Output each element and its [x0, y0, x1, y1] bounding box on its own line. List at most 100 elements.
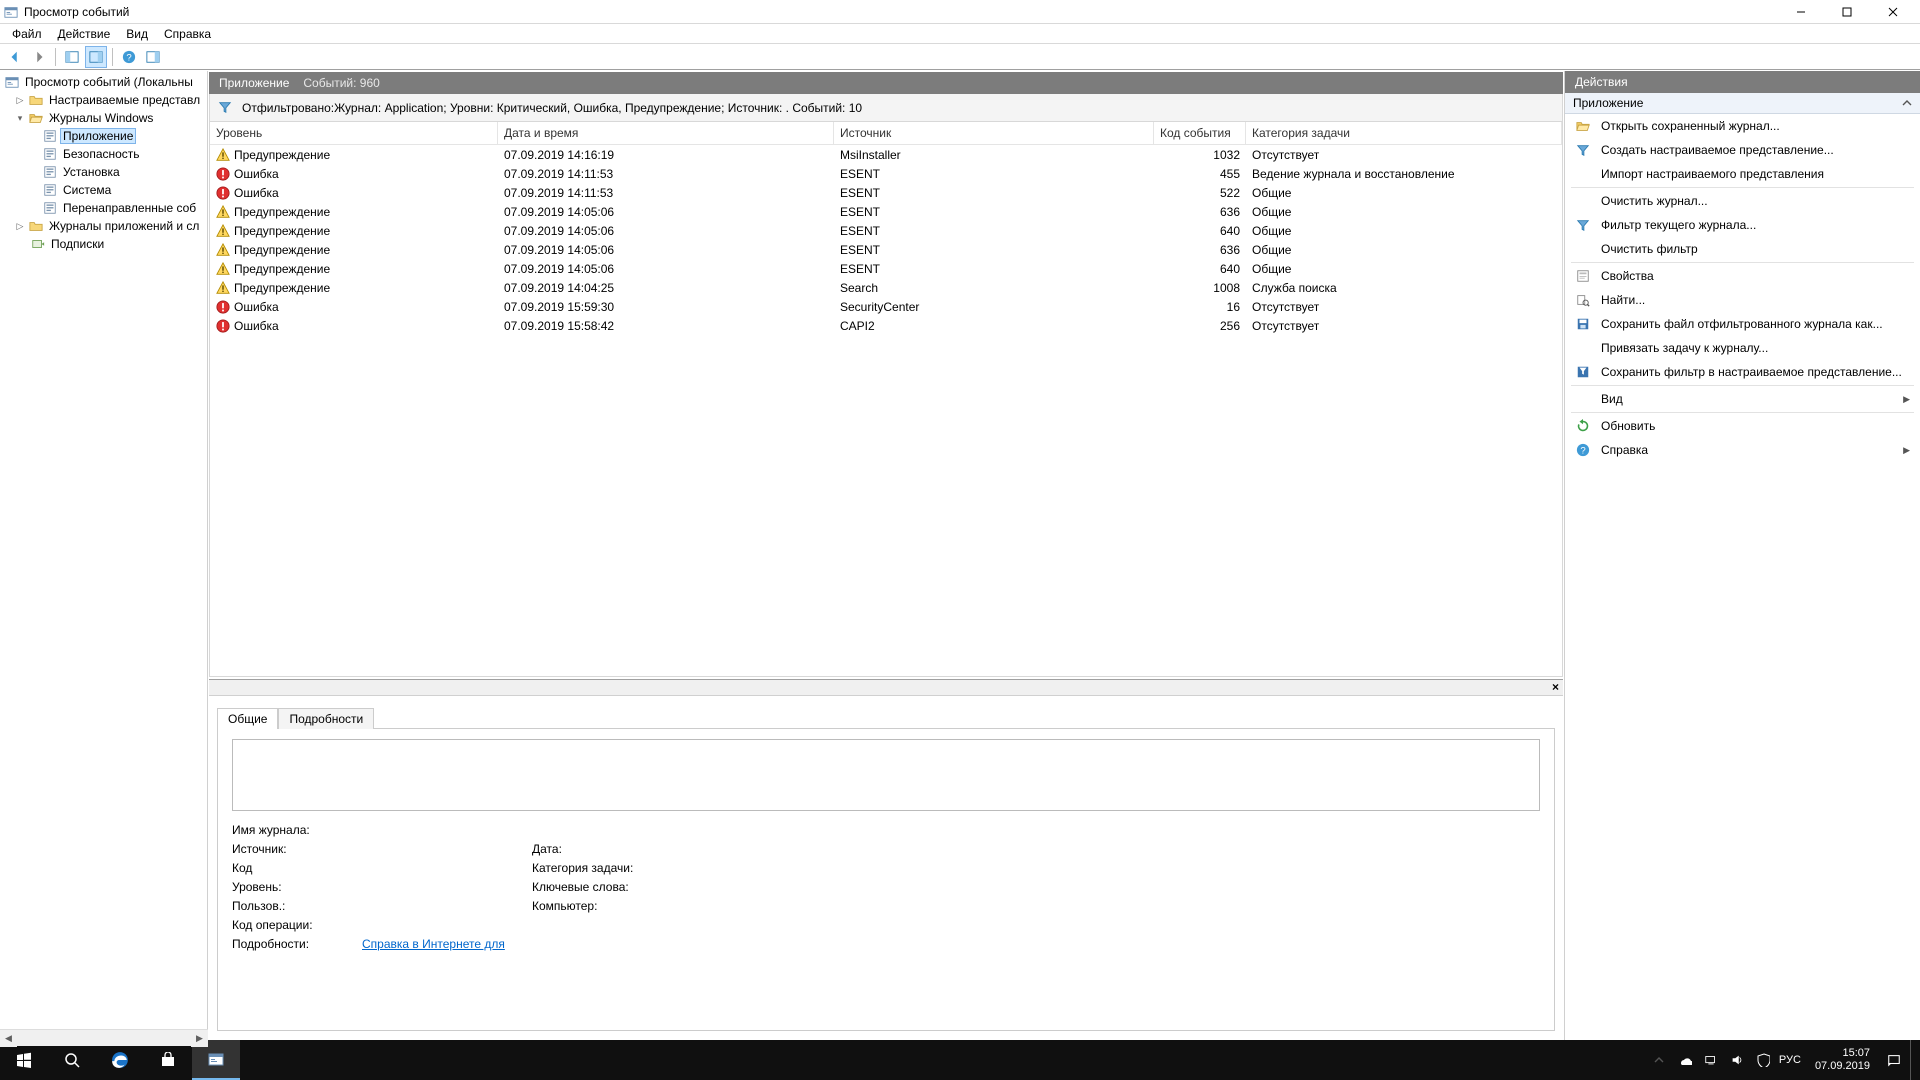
table-row[interactable]: Предупреждение07.09.2019 14:05:06ESENT63… [210, 202, 1562, 221]
filter-icon [218, 100, 234, 116]
window-title: Просмотр событий [24, 5, 1778, 19]
table-row[interactable]: Предупреждение07.09.2019 14:16:19MsiInst… [210, 145, 1562, 164]
description-box [232, 739, 1540, 811]
tree-windows-logs[interactable]: ▾ Журналы Windows [0, 109, 207, 127]
action-item[interactable]: Вид▶ [1565, 387, 1920, 411]
help-button[interactable] [118, 46, 140, 68]
event-table-body: Предупреждение07.09.2019 14:16:19MsiInst… [210, 145, 1562, 335]
action-item[interactable]: Сохранить файл отфильтрованного журнала … [1565, 312, 1920, 336]
action-item[interactable]: Сохранить фильтр в настраиваемое предста… [1565, 360, 1920, 384]
actions-pane: Действия Приложение Открыть сохраненный … [1564, 71, 1920, 1040]
tree-setup-log[interactable]: Установка [0, 163, 207, 181]
nav-forward-button[interactable] [28, 46, 50, 68]
collapse-icon[interactable]: ▾ [14, 112, 26, 124]
action-item[interactable]: Очистить журнал... [1565, 189, 1920, 213]
taskbar-edge[interactable] [96, 1040, 144, 1080]
action-item[interactable]: Справка▶ [1565, 438, 1920, 462]
scroll-left-button[interactable]: ◀ [0, 1030, 17, 1047]
menu-view[interactable]: Вид [118, 25, 156, 43]
col-level[interactable]: Уровень [210, 122, 498, 144]
maximize-button[interactable] [1824, 0, 1870, 24]
details-pane: × Общие Подробности Имя журнала: Источни… [209, 679, 1563, 1039]
log-icon [42, 182, 58, 198]
tab-general[interactable]: Общие [217, 708, 278, 729]
col-code[interactable]: Код события [1154, 122, 1246, 144]
tray-clock[interactable]: 15:07 07.09.2019 [1807, 1047, 1878, 1073]
table-row[interactable]: Предупреждение07.09.2019 14:05:06ESENT63… [210, 240, 1562, 259]
tree-root[interactable]: Просмотр событий (Локальны [0, 73, 207, 91]
folder-icon [28, 218, 44, 234]
center-pane: Приложение Событий: 960 Отфильтровано:Жу… [208, 71, 1564, 1040]
navigation-pane: Просмотр событий (Локальны ▷ Настраиваем… [0, 71, 208, 1040]
col-category[interactable]: Категория задачи [1246, 122, 1562, 144]
action-item[interactable]: Найти... [1565, 288, 1920, 312]
show-actions-button[interactable] [85, 46, 107, 68]
tree-subscriptions[interactable]: Подписки [0, 235, 207, 253]
tray-volume-icon[interactable] [1727, 1050, 1747, 1070]
tree-app-services-logs[interactable]: ▷ Журналы приложений и сл [0, 217, 207, 235]
tab-details[interactable]: Подробности [278, 708, 374, 729]
tray-notifications-icon[interactable] [1884, 1050, 1904, 1070]
center-header-title: Приложение [219, 76, 289, 90]
close-button[interactable] [1870, 0, 1916, 24]
table-row[interactable]: Ошибка07.09.2019 15:59:30SecurityCenter1… [210, 297, 1562, 316]
log-icon [42, 164, 58, 180]
table-row[interactable]: Ошибка07.09.2019 14:11:53ESENT522Общие [210, 183, 1562, 202]
table-row[interactable]: Предупреждение07.09.2019 14:05:06ESENT64… [210, 221, 1562, 240]
details-body: Имя журнала: Источник: Дата: Код Категор… [217, 728, 1555, 1031]
action-item[interactable]: Создать настраиваемое представление... [1565, 138, 1920, 162]
nav-scrollbar[interactable]: ◀ ▶ [0, 1029, 208, 1046]
details-tabs: Общие Подробности [209, 702, 1563, 728]
expand-icon[interactable]: ▷ [14, 94, 26, 106]
nav-back-button[interactable] [4, 46, 26, 68]
menu-action[interactable]: Действие [50, 25, 119, 43]
online-help-link[interactable]: Справка в Интернете для [362, 937, 505, 951]
action-item[interactable]: Открыть сохраненный журнал... [1565, 114, 1920, 138]
scroll-right-button[interactable]: ▶ [191, 1030, 208, 1047]
filter-bar: Отфильтровано:Журнал: Application; Уровн… [209, 94, 1563, 122]
menu-file[interactable]: Файл [4, 25, 50, 43]
center-header: Приложение Событий: 960 [209, 72, 1563, 94]
action-item[interactable]: Обновить [1565, 414, 1920, 438]
menu-bar: Файл Действие Вид Справка [0, 24, 1920, 44]
details-fields: Имя журнала: Источник: Дата: Код Категор… [232, 823, 1540, 951]
folder-icon [28, 92, 44, 108]
search-button[interactable] [48, 1040, 96, 1080]
show-tree-button[interactable] [61, 46, 83, 68]
details-close-button[interactable]: × [1552, 680, 1559, 694]
table-row[interactable]: Ошибка07.09.2019 14:11:53ESENT455Ведение… [210, 164, 1562, 183]
tree-app-log[interactable]: Приложение [0, 127, 207, 145]
expand-icon[interactable]: ▷ [14, 220, 26, 232]
actions-header: Действия [1565, 71, 1920, 93]
taskbar: РУС 15:07 07.09.2019 [0, 1040, 1920, 1080]
filter-text: Отфильтровано:Журнал: Application; Уровн… [242, 101, 862, 115]
tree-custom-views[interactable]: ▷ Настраиваемые представл [0, 91, 207, 109]
col-datetime[interactable]: Дата и время [498, 122, 834, 144]
taskbar-store[interactable] [144, 1040, 192, 1080]
action-item[interactable]: Фильтр текущего журнала... [1565, 213, 1920, 237]
action-item[interactable]: Свойства [1565, 264, 1920, 288]
tray-overflow-icon[interactable] [1649, 1050, 1669, 1070]
tray-language[interactable]: РУС [1779, 1054, 1801, 1066]
center-header-count: Событий: 960 [303, 76, 379, 90]
collapse-icon[interactable] [1902, 98, 1912, 108]
table-row[interactable]: Ошибка07.09.2019 15:58:42CAPI2256Отсутст… [210, 316, 1562, 335]
action-item[interactable]: Импорт настраиваемого представления [1565, 162, 1920, 186]
tree-security-log[interactable]: Безопасность [0, 145, 207, 163]
action-item[interactable]: Привязать задачу к журналу... [1565, 336, 1920, 360]
tree-forwarded-log[interactable]: Перенаправленные соб [0, 199, 207, 217]
title-bar: Просмотр событий [0, 0, 1920, 24]
table-row[interactable]: Предупреждение07.09.2019 14:05:06ESENT64… [210, 259, 1562, 278]
show-desktop-button[interactable] [1910, 1040, 1916, 1080]
toolbar-extra-button[interactable] [142, 46, 164, 68]
actions-subheader: Приложение [1565, 93, 1920, 114]
tree-system-log[interactable]: Система [0, 181, 207, 199]
tray-onedrive-icon[interactable] [1675, 1050, 1695, 1070]
menu-help[interactable]: Справка [156, 25, 219, 43]
minimize-button[interactable] [1778, 0, 1824, 24]
table-row[interactable]: Предупреждение07.09.2019 14:04:25Search1… [210, 278, 1562, 297]
tray-defender-icon[interactable] [1753, 1050, 1773, 1070]
tray-network-icon[interactable] [1701, 1050, 1721, 1070]
action-item[interactable]: Очистить фильтр [1565, 237, 1920, 261]
col-source[interactable]: Источник [834, 122, 1154, 144]
